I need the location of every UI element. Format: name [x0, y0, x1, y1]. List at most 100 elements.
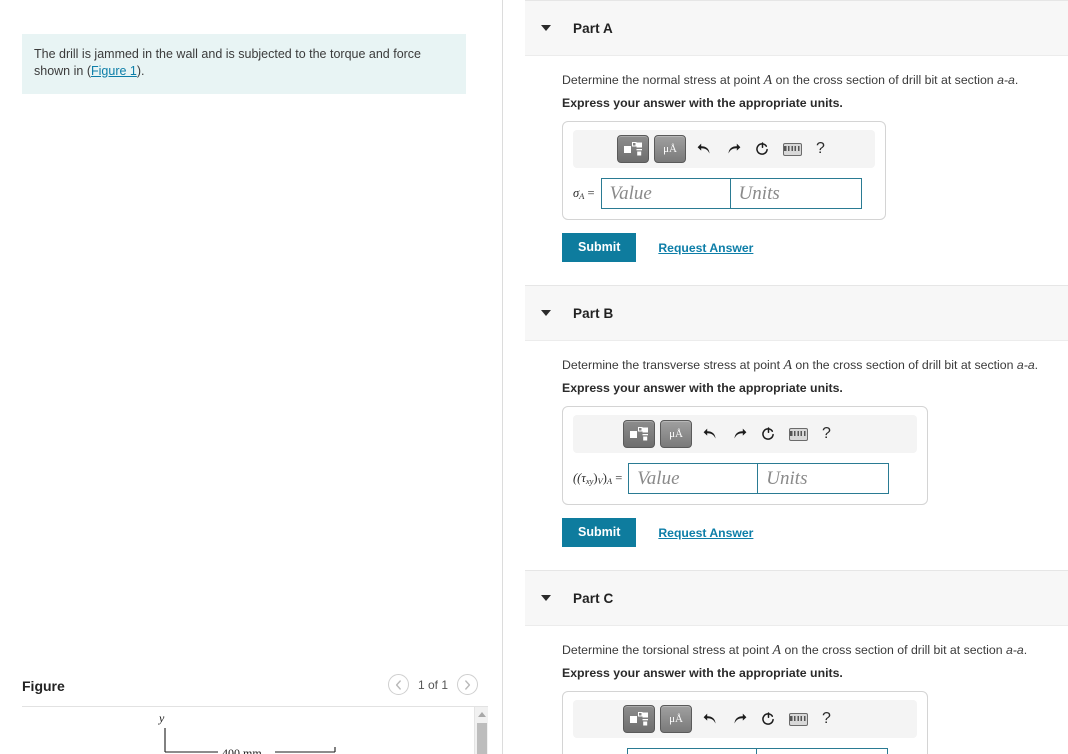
redo-glyph: [728, 143, 741, 154]
part-b-request-answer-link[interactable]: Request Answer: [658, 526, 753, 540]
part-a-request-answer-link[interactable]: Request Answer: [658, 241, 753, 255]
point-subscript: A: [606, 476, 613, 486]
units-button-label: μÅ: [663, 143, 677, 155]
math-template-icon[interactable]: [623, 420, 655, 448]
question-pre: Determine the normal stress at point: [562, 73, 764, 87]
part-b-input-row: ((τxy)V)A = Value Units: [573, 463, 917, 494]
help-question-icon[interactable]: ?: [816, 140, 825, 158]
reset-circular-arrow-icon[interactable]: [761, 712, 775, 726]
part-a-title: Part A: [573, 20, 613, 36]
part-b-value-input[interactable]: Value: [628, 463, 759, 494]
keyboard-icon[interactable]: [789, 427, 808, 441]
part-a-submit-row: Submit Request Answer: [562, 233, 1068, 262]
figure-image-area[interactable]: y 400 mm: [22, 707, 488, 754]
redo-arrow-icon[interactable]: [726, 142, 741, 156]
part-c-section: Part C Determine the torsional stress at…: [503, 570, 1068, 754]
shear-subscript: V: [597, 476, 603, 486]
reset-glyph: [762, 427, 774, 440]
part-c-body: Determine the torsional stress at point …: [503, 626, 1068, 754]
part-b-toolbar: μÅ ?: [573, 415, 917, 453]
equals-sign: =: [615, 471, 623, 485]
part-c-question: Determine the torsional stress at point …: [562, 642, 1068, 659]
part-a-input-row: σA = Value Units: [573, 178, 875, 209]
units-mu-angstrom-icon[interactable]: μÅ: [660, 705, 692, 733]
help-question-icon[interactable]: ?: [822, 710, 831, 728]
units-mu-angstrom-icon[interactable]: μÅ: [660, 420, 692, 448]
help-question-icon[interactable]: ?: [822, 425, 831, 443]
part-b-body: Determine the transverse stress at point…: [503, 341, 1068, 547]
math-template-icon[interactable]: [617, 135, 649, 163]
question-end: .: [1034, 358, 1039, 372]
undo-arrow-icon[interactable]: [703, 712, 718, 726]
math-template-icon[interactable]: [623, 705, 655, 733]
part-c-toolbar: μÅ ?: [573, 700, 917, 738]
redo-arrow-icon[interactable]: [732, 427, 747, 441]
tau-subscript: xy: [585, 476, 594, 486]
part-c-title: Part C: [573, 590, 614, 606]
math-template-glyph: [624, 141, 642, 155]
undo-arrow-icon[interactable]: [703, 427, 718, 441]
math-template-glyph: [630, 711, 648, 725]
caret-down-icon[interactable]: [541, 25, 551, 31]
keyboard-icon[interactable]: [789, 712, 808, 726]
part-c-units-input[interactable]: Units: [757, 748, 889, 754]
scroll-up-arrow-icon[interactable]: [478, 712, 486, 717]
part-a-toolbar: μÅ ?: [573, 130, 875, 168]
units-mu-angstrom-icon[interactable]: μÅ: [654, 135, 686, 163]
reset-circular-arrow-icon[interactable]: [761, 427, 775, 441]
redo-arrow-icon[interactable]: [732, 712, 747, 726]
keyboard-glyph: [789, 712, 808, 726]
keyboard-glyph: [789, 427, 808, 441]
redo-glyph: [734, 713, 747, 724]
undo-arrow-icon[interactable]: [697, 142, 712, 156]
part-c-header[interactable]: Part C: [525, 570, 1068, 626]
equals-sign: =: [587, 186, 595, 200]
problem-left-panel: The drill is jammed in the wall and is s…: [0, 0, 502, 754]
scrollbar-thumb[interactable]: [477, 723, 487, 754]
redo-glyph: [734, 428, 747, 439]
part-b-express-units: Express your answer with the appropriate…: [562, 381, 843, 395]
paren-mid: ): [593, 471, 598, 485]
caret-down-icon[interactable]: [541, 310, 551, 316]
caret-down-icon[interactable]: [541, 595, 551, 601]
part-b-units-input[interactable]: Units: [758, 463, 890, 494]
part-a-body: Determine the normal stress at point A o…: [503, 56, 1068, 262]
problem-statement-text: The drill is jammed in the wall and is s…: [34, 46, 452, 80]
figure-next-button[interactable]: [457, 674, 478, 695]
figure-diagram: y 400 mm: [158, 711, 336, 754]
chevron-left-icon: [395, 679, 401, 690]
figure-vertical-scrollbar[interactable]: [474, 707, 488, 754]
figure-title: Figure: [22, 678, 65, 694]
part-b-submit-button[interactable]: Submit: [562, 518, 637, 547]
question-end: .: [1014, 73, 1019, 87]
part-b-submit-row: Submit Request Answer: [562, 518, 1068, 547]
question-post: on the cross section of drill bit at sec…: [772, 73, 998, 87]
part-a-section: Part A Determine the normal stress at po…: [503, 0, 1068, 262]
question-section: a-a: [1016, 358, 1035, 372]
question-section: a-a: [1005, 643, 1024, 657]
part-a-units-input[interactable]: Units: [730, 178, 862, 209]
reset-circular-arrow-icon[interactable]: [755, 142, 769, 156]
question-post: on the cross section of drill bit at sec…: [781, 643, 1006, 657]
question-post: on the cross section of drill bit at sec…: [792, 358, 1017, 372]
keyboard-icon[interactable]: [783, 142, 802, 156]
question-end: .: [1023, 643, 1028, 657]
part-b-header[interactable]: Part B: [525, 285, 1068, 341]
figure-prev-button[interactable]: [388, 674, 409, 695]
part-c-value-input[interactable]: Value: [627, 748, 758, 754]
part-a-express-units: Express your answer with the appropriate…: [562, 96, 843, 110]
page-root: The drill is jammed in the wall and is s…: [0, 0, 1068, 754]
part-c-express-units: Express your answer with the appropriate…: [562, 666, 843, 680]
part-a-variable-label: σA =: [573, 186, 601, 201]
part-b-title: Part B: [573, 305, 614, 321]
math-template-glyph: [630, 426, 648, 440]
part-a-submit-button[interactable]: Submit: [562, 233, 637, 262]
question-pre: Determine the torsional stress at point: [562, 643, 773, 657]
tau-symbol: ((τ: [573, 471, 586, 485]
figure-y-axis-label: y: [158, 711, 165, 725]
figure-1-link[interactable]: Figure 1: [91, 64, 137, 78]
part-b-answer-box: μÅ ? ((τxy)V)A = Value Units: [562, 406, 928, 505]
part-a-header[interactable]: Part A: [525, 0, 1068, 56]
part-a-value-input[interactable]: Value: [600, 178, 731, 209]
undo-glyph: [703, 713, 716, 724]
